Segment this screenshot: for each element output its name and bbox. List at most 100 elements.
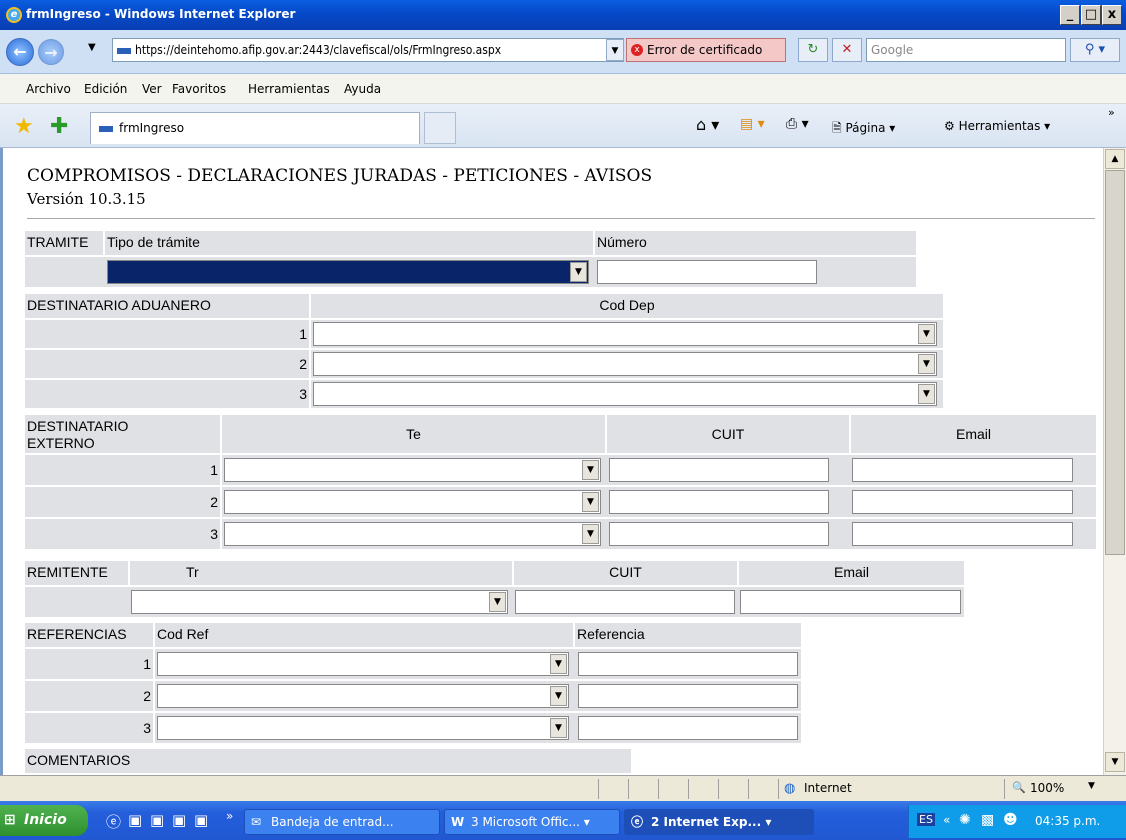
quicklaunch-app-icon[interactable]: ▣ [172, 811, 186, 829]
home-icon[interactable]: ⌂ ▾ [696, 115, 719, 134]
chevron-down-icon[interactable]: ▼ [918, 354, 935, 374]
chevron-down-icon[interactable]: ▼ [550, 654, 567, 674]
cuit-input-3[interactable] [609, 522, 829, 546]
tray-app-icon[interactable]: ✺ [959, 812, 971, 828]
chevron-down-icon[interactable]: ▼ [550, 686, 567, 706]
taskbar-button-label: Bandeja de entrad... [271, 815, 394, 829]
status-divider [718, 779, 719, 799]
zoom-dropdown-icon[interactable]: ▼ [1088, 781, 1095, 791]
tray-network-icon[interactable]: ▩ [981, 812, 994, 828]
menu-ayuda[interactable]: Ayuda [344, 82, 381, 96]
chevron-down-icon[interactable]: ▼ [489, 592, 506, 612]
maximize-button[interactable]: □ [1081, 5, 1101, 25]
chevron-down-icon[interactable]: ▼ [550, 718, 567, 738]
search-icon[interactable]: ⚲ ▾ [1070, 38, 1120, 62]
close-button[interactable]: x [1102, 5, 1122, 25]
back-button[interactable]: ← [6, 38, 34, 66]
feeds-icon[interactable]: ▤ ▾ [740, 116, 765, 132]
referencias-row-num: 2 [24, 680, 154, 712]
quicklaunch-app-icon[interactable]: ▣ [128, 811, 142, 829]
add-favorite-icon[interactable]: ✚ [50, 114, 68, 139]
chevron-down-icon[interactable]: ▼ [570, 262, 587, 282]
shield-error-icon: x [631, 44, 643, 56]
chevron-down-icon[interactable]: ▼ [582, 524, 599, 544]
window-title-bar[interactable]: e frmIngreso - Windows Internet Explorer… [0, 0, 1126, 30]
referencia-input-1[interactable] [578, 652, 798, 676]
address-dropdown-icon[interactable]: ▼ [606, 39, 624, 61]
taskbar-button-ie[interactable]: ⓔ 2 Internet Exp... ▾ [624, 809, 814, 835]
address-input[interactable]: https://deintehomo.afip.gov.ar:2443/clav… [112, 38, 624, 62]
referencias-row-num: 1 [24, 648, 154, 680]
tr-select[interactable]: ▼ [131, 590, 508, 614]
forward-button[interactable]: → [38, 39, 64, 65]
cod-dep-select-1[interactable]: ▼ [313, 322, 937, 346]
certificate-error-label: Error de certificado [647, 43, 763, 57]
vertical-scrollbar[interactable]: ▲ ▼ [1103, 148, 1126, 775]
chevron-down-icon[interactable]: ▼ [918, 324, 935, 344]
quicklaunch-app-icon[interactable]: ▣ [150, 811, 164, 829]
minimize-button[interactable]: _ [1060, 5, 1080, 25]
start-button[interactable]: ⊞ Inicio [0, 805, 88, 836]
remitente-email-input[interactable] [740, 590, 961, 614]
chevron-down-icon[interactable]: ▼ [582, 460, 599, 480]
te-header: Te [221, 414, 606, 454]
tray-expand-icon[interactable]: « [943, 813, 950, 827]
scroll-down-icon[interactable]: ▼ [1105, 752, 1125, 772]
cuit-input-2[interactable] [609, 490, 829, 514]
menu-archivo[interactable]: Archivo [26, 82, 71, 96]
te-select-1[interactable]: ▼ [224, 458, 601, 482]
quicklaunch-more-icon[interactable]: » [226, 809, 233, 823]
search-input[interactable]: Google [866, 38, 1066, 62]
te-select-3[interactable]: ▼ [224, 522, 601, 546]
history-dropdown-icon[interactable]: ▼ [88, 42, 96, 53]
chevron-down-icon[interactable]: ▼ [582, 492, 599, 512]
email-input-1[interactable] [852, 458, 1073, 482]
cuit-input-1[interactable] [609, 458, 829, 482]
remitente-cuit-input[interactable] [515, 590, 735, 614]
email-input-2[interactable] [852, 490, 1073, 514]
menu-favoritos[interactable]: Favoritos [172, 82, 226, 96]
remitente-cuit-header: CUIT [513, 560, 738, 586]
cod-dep-select-2[interactable]: ▼ [313, 352, 937, 376]
tipo-tramite-select[interactable]: ▼ [107, 260, 589, 284]
new-tab-button[interactable] [424, 112, 456, 144]
email-input-3[interactable] [852, 522, 1073, 546]
quicklaunch-app-icon[interactable]: ▣ [194, 811, 208, 829]
taskbar-button-word[interactable]: W 3 Microsoft Offic... ▾ [444, 809, 620, 835]
te-select-2[interactable]: ▼ [224, 490, 601, 514]
certificate-error-button[interactable]: x Error de certificado [626, 38, 786, 62]
menu-ver[interactable]: Ver [142, 82, 162, 96]
page-menu-button[interactable]: 🗎 Página ▾ [832, 119, 895, 140]
referencia-input-2[interactable] [578, 684, 798, 708]
scroll-thumb[interactable] [1105, 170, 1125, 555]
tray-messenger-icon[interactable]: ☻ [1003, 812, 1018, 828]
address-url: https://deintehomo.afip.gov.ar:2443/clav… [135, 43, 502, 57]
tab-frmingreso[interactable]: frmIngreso [90, 112, 420, 144]
refresh-icon[interactable]: ↻ [798, 38, 828, 62]
tools-menu-button[interactable]: ⚙ Herramientas ▾ [944, 119, 1050, 133]
chevron-down-icon[interactable]: ▼ [918, 384, 935, 404]
taskbar-button-outlook[interactable]: ✉ Bandeja de entrad... [244, 809, 440, 835]
cod-ref-select-2[interactable]: ▼ [157, 684, 569, 708]
referencia-input-3[interactable] [578, 716, 798, 740]
menu-edicion[interactable]: Edición [84, 82, 127, 96]
scroll-up-icon[interactable]: ▲ [1105, 149, 1125, 169]
numero-input[interactable] [597, 260, 817, 284]
tab-row: ★ ✚ frmIngreso ⌂ ▾ ▤ ▾ ⎙ ▾ 🗎 Página ▾ ⚙ … [0, 104, 1126, 148]
taskbar-button-label: 2 Internet Exp... [651, 815, 762, 829]
menu-herramientas[interactable]: Herramientas [248, 82, 330, 96]
dest-aduanero-row-num: 3 [24, 379, 310, 409]
referencias-section-label: REFERENCIAS [24, 622, 154, 648]
stop-icon[interactable]: ✕ [832, 38, 862, 62]
language-indicator[interactable]: ES [917, 813, 935, 826]
page-title: COMPROMISOS - DECLARACIONES JURADAS - PE… [27, 166, 653, 186]
quicklaunch-ie-icon[interactable]: ⓔ [106, 811, 121, 832]
print-icon[interactable]: ⎙ ▾ [786, 116, 809, 132]
favorites-star-icon[interactable]: ★ [14, 114, 34, 139]
cod-ref-select-3[interactable]: ▼ [157, 716, 569, 740]
chevron-more-icon[interactable]: » [1108, 106, 1115, 119]
cod-ref-select-1[interactable]: ▼ [157, 652, 569, 676]
dest-aduanero-row-num: 1 [24, 319, 310, 349]
zoom-level[interactable]: 100% [1030, 781, 1064, 795]
cod-dep-select-3[interactable]: ▼ [313, 382, 937, 406]
